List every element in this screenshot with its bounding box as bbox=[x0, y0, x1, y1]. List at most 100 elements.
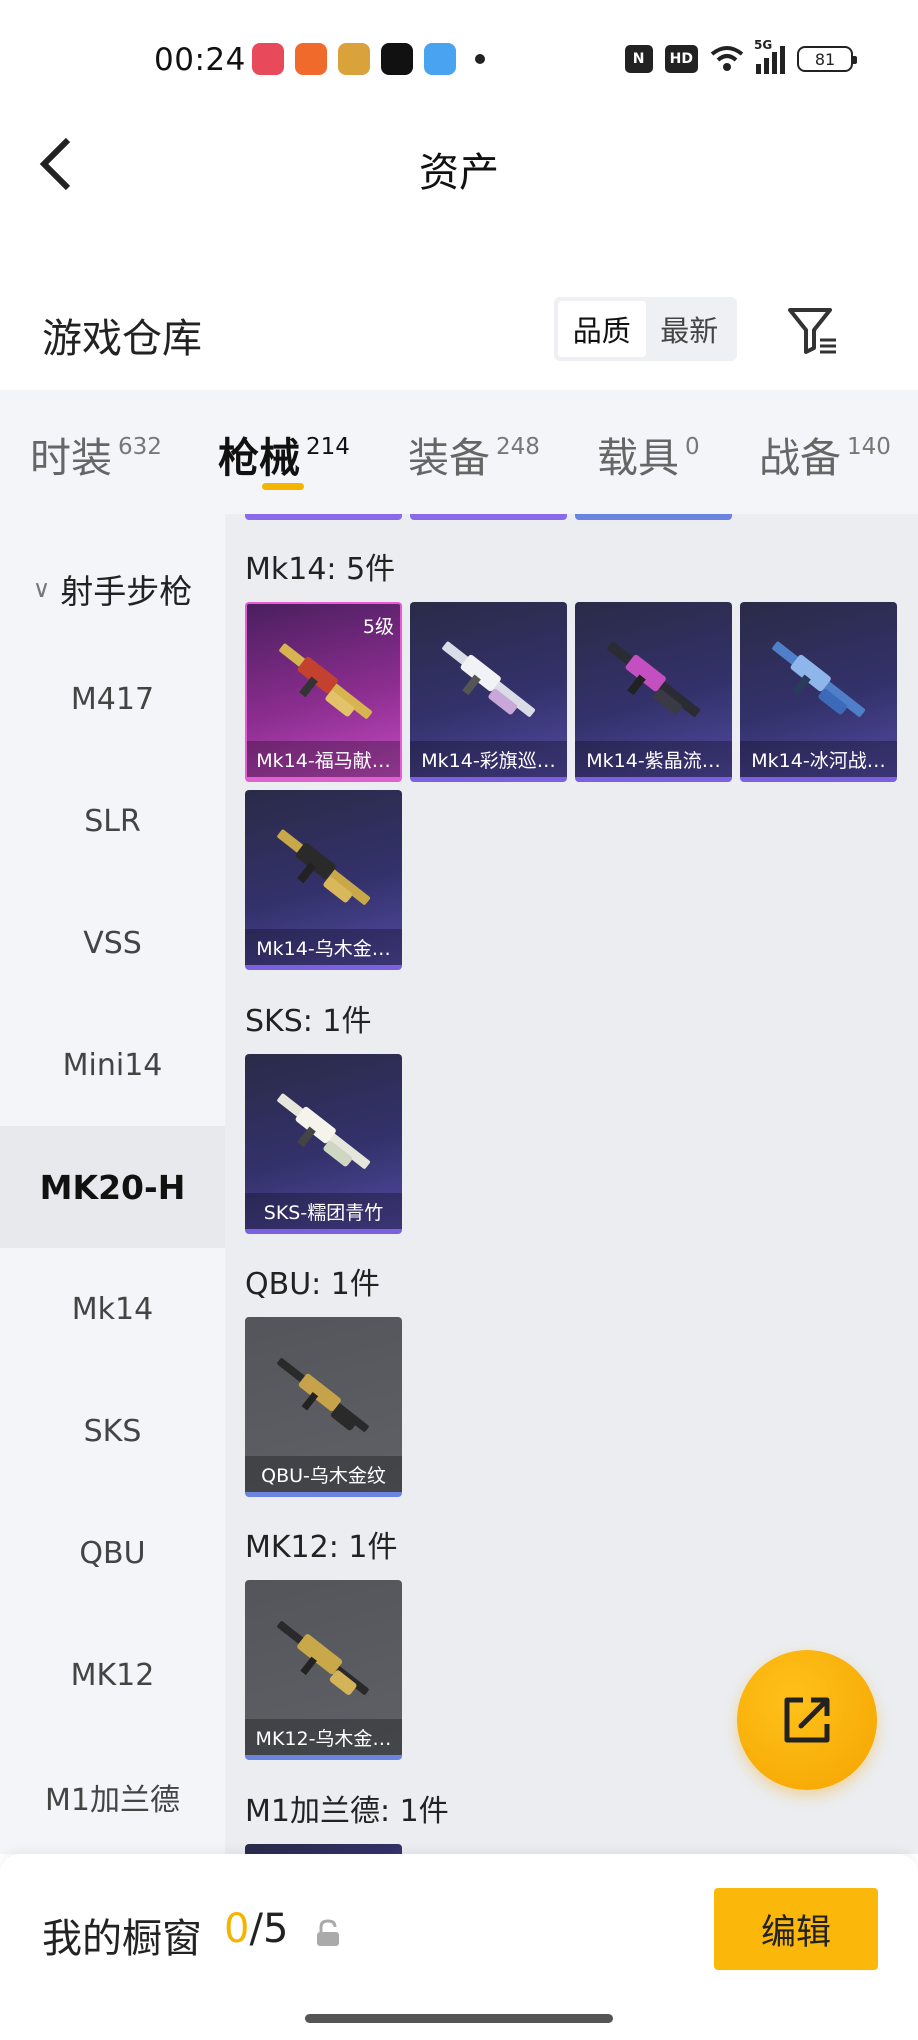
network-type-label: 5G bbox=[754, 38, 773, 52]
skin-card[interactable]: Mk14-紫晶流… bbox=[575, 602, 732, 782]
skin-name: MK12-乌木金… bbox=[245, 1719, 402, 1755]
sidebar-item-vss[interactable]: VSS bbox=[0, 882, 225, 1004]
more-notifications-dot bbox=[475, 54, 485, 64]
sidebar-item-qbu[interactable]: QBU bbox=[0, 1492, 225, 1614]
top-nav: 资产 bbox=[0, 120, 918, 212]
tab-count: 632 bbox=[118, 434, 162, 460]
section-title: M1加兰德: 1件 bbox=[245, 1794, 449, 1829]
tab-label: 载具 bbox=[597, 434, 679, 482]
showcase-current: 0 bbox=[224, 1906, 250, 1952]
filter-icon[interactable] bbox=[786, 304, 838, 356]
lock-icon bbox=[317, 1919, 339, 1946]
chevron-down-icon: ∨ bbox=[32, 575, 51, 603]
rifle-icon bbox=[277, 1621, 369, 1695]
sort-newest-button[interactable]: 最新 bbox=[646, 301, 734, 357]
rifle-icon bbox=[277, 1358, 369, 1432]
rifle-icon bbox=[442, 641, 536, 717]
skin-card[interactable]: 5级 Mk14-福马献… bbox=[245, 602, 402, 782]
showcase-count: 0/5 bbox=[224, 1906, 288, 1952]
tab-count: 0 bbox=[685, 434, 700, 460]
showcase-label: 我的橱窗 bbox=[42, 1916, 202, 1962]
tab-count: 214 bbox=[306, 434, 350, 460]
game-app-icon bbox=[295, 43, 327, 75]
sidebar-item-mk14[interactable]: Mk14 bbox=[0, 1248, 225, 1370]
section-title: QBU: 1件 bbox=[245, 1267, 380, 1302]
tab-label: 装备 bbox=[408, 434, 490, 482]
rifle-icon bbox=[772, 641, 866, 717]
rifle-icon bbox=[607, 641, 701, 717]
pubg-app-icon bbox=[338, 43, 370, 75]
sort-toggle: 品质 最新 bbox=[554, 297, 737, 361]
hd-icon: HD bbox=[664, 45, 698, 73]
status-time: 00:24 bbox=[154, 42, 246, 78]
skin-card[interactable]: QBU-乌木金纹 bbox=[245, 1317, 402, 1497]
rifle-icon bbox=[277, 829, 371, 905]
rifle-icon bbox=[279, 643, 373, 719]
partial-card bbox=[410, 514, 567, 520]
sidebar-group-label: 射手步枪 bbox=[60, 572, 193, 611]
tab-count: 248 bbox=[496, 434, 540, 460]
sidebar-item-mk20h[interactable]: MK20-H bbox=[0, 1126, 225, 1248]
sidebar-item-mini14[interactable]: Mini14 bbox=[0, 1004, 225, 1126]
tab-count: 140 bbox=[847, 434, 891, 460]
tab-label: 战备 bbox=[759, 434, 841, 482]
skin-card[interactable]: Mk14-彩旗巡… bbox=[410, 602, 567, 782]
home-indicator[interactable] bbox=[305, 2014, 613, 2023]
tab-equipment[interactable]: 装备 248 bbox=[408, 424, 540, 484]
weather-app-icon bbox=[424, 43, 456, 75]
partial-card bbox=[575, 514, 732, 520]
section-title: SKS: 1件 bbox=[245, 1004, 372, 1039]
partial-card bbox=[245, 514, 402, 520]
share-button[interactable] bbox=[737, 1650, 877, 1790]
skin-name: SKS-糯团青竹 bbox=[245, 1193, 402, 1229]
video-app-icon bbox=[252, 43, 284, 75]
edit-button[interactable]: 编辑 bbox=[714, 1888, 878, 1970]
warehouse-header: 游戏仓库 品质 最新 bbox=[0, 280, 918, 390]
nfc-icon: N bbox=[624, 45, 653, 73]
tab-label: 时装 bbox=[30, 434, 112, 482]
status-indicators: N HD 5G 81 bbox=[624, 38, 857, 74]
showcase-bar: 我的橱窗 0/5 编辑 bbox=[0, 1854, 918, 2040]
sidebar-item-sks[interactable]: SKS bbox=[0, 1370, 225, 1492]
sidebar-group-header[interactable]: ∨ 射手步枪 bbox=[0, 544, 225, 634]
page-title: 资产 bbox=[419, 150, 499, 196]
showcase-separator: / bbox=[249, 1906, 263, 1952]
section-title: Mk14: 5件 bbox=[245, 552, 396, 587]
skin-card[interactable]: Mk14-冰河战… bbox=[740, 602, 897, 782]
tiktok-app-icon bbox=[381, 43, 413, 75]
status-bar: 00:24 N HD 5G 81 bbox=[0, 0, 918, 120]
share-icon bbox=[784, 1697, 830, 1743]
skin-card[interactable]: MK12-乌木金… bbox=[245, 1580, 402, 1760]
sidebar-item-slr[interactable]: SLR bbox=[0, 760, 225, 882]
sidebar-item-mk12[interactable]: MK12 bbox=[0, 1614, 225, 1736]
skin-name: Mk14-紫晶流… bbox=[575, 741, 732, 777]
weapon-type-sidebar: ∨ 射手步枪 M417 SLR VSS Mini14 MK20-H Mk14 S… bbox=[0, 514, 225, 1854]
skin-name: QBU-乌木金纹 bbox=[245, 1456, 402, 1492]
skin-name: Mk14-彩旗巡… bbox=[410, 741, 567, 777]
tab-label: 枪械 bbox=[218, 434, 300, 482]
notification-app-icons bbox=[252, 43, 485, 75]
showcase-max: 5 bbox=[262, 1906, 289, 1952]
category-tabs: 时装 632 枪械 214 装备 248 载具 0 战备 140 bbox=[0, 390, 918, 514]
skin-name: Mk14-乌木金… bbox=[245, 929, 402, 965]
sidebar-item-m417[interactable]: M417 bbox=[0, 638, 225, 760]
sort-quality-button[interactable]: 品质 bbox=[558, 301, 646, 357]
skin-card[interactable]: Mk14-乌木金… bbox=[245, 790, 402, 970]
section-title: MK12: 1件 bbox=[245, 1530, 398, 1565]
battery-icon: 81 bbox=[797, 46, 857, 72]
tab-supplies[interactable]: 战备 140 bbox=[759, 424, 891, 484]
tab-weapons[interactable]: 枪械 214 bbox=[218, 424, 350, 484]
wifi-icon bbox=[710, 46, 744, 71]
tab-vehicles[interactable]: 载具 0 bbox=[597, 424, 700, 484]
signal-icon: 5G bbox=[754, 38, 785, 74]
skin-level-badge: 5级 bbox=[362, 616, 394, 638]
tab-fashion[interactable]: 时装 632 bbox=[30, 424, 162, 484]
sidebar-item-m1-garand[interactable]: M1加兰德 bbox=[0, 1736, 225, 1854]
skin-name: Mk14-福马献… bbox=[247, 741, 400, 777]
skin-card[interactable]: SKS-糯团青竹 bbox=[245, 1054, 402, 1234]
skin-card[interactable] bbox=[245, 1844, 402, 1854]
skin-name: Mk14-冰河战… bbox=[740, 741, 897, 777]
active-tab-indicator bbox=[262, 483, 304, 490]
rifle-icon bbox=[277, 1093, 371, 1169]
warehouse-title: 游戏仓库 bbox=[42, 316, 202, 362]
